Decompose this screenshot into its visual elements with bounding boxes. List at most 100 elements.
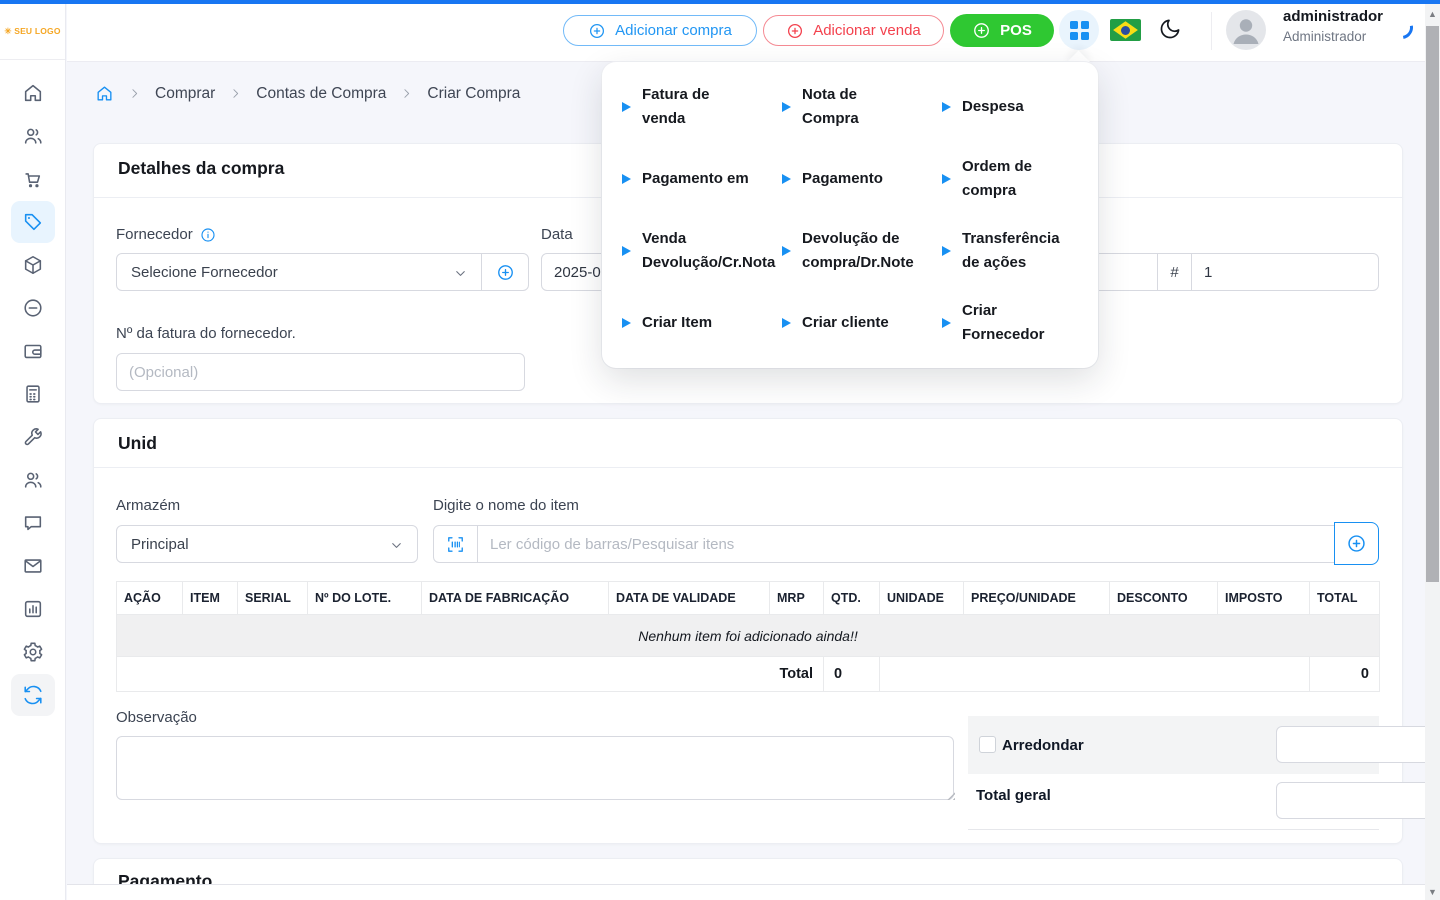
play-icon <box>942 246 951 256</box>
grand-total-label: Total geral <box>976 787 1051 804</box>
add-supplier-button[interactable] <box>481 253 529 291</box>
supplier-invoice-label: Nº da fatura do fornecedor. <box>116 325 296 342</box>
menu-item-despesa[interactable]: Despesa <box>942 71 1092 143</box>
sidebar-item-accounting[interactable] <box>11 373 55 415</box>
menu-item-ordem-de-compra[interactable]: Ordem de compra <box>942 143 1092 215</box>
sidebar-item-payments[interactable] <box>11 330 55 372</box>
chat-icon <box>22 512 44 534</box>
vertical-scrollbar[interactable]: ▲ ▼ <box>1425 4 1440 900</box>
sidebar-item-sync[interactable] <box>11 674 55 716</box>
note-label: Observação <box>116 709 197 726</box>
sidebar-item-tools[interactable] <box>11 416 55 458</box>
sidebar-item-reports[interactable] <box>11 588 55 630</box>
scroll-up-arrow[interactable]: ▲ <box>1425 6 1440 22</box>
play-icon <box>942 102 951 112</box>
menu-item-criar-item[interactable]: Criar Item <box>622 287 782 359</box>
avatar[interactable] <box>1226 10 1266 50</box>
quick-menu-button[interactable] <box>1059 10 1099 50</box>
warehouse-select-value: Principal <box>131 536 189 553</box>
sidebar-item-purchases[interactable] <box>11 201 55 243</box>
totals-spacer <box>880 657 1310 692</box>
info-icon[interactable] <box>200 227 216 243</box>
home-icon[interactable] <box>95 84 114 103</box>
col-header: ITEM <box>183 582 238 615</box>
sidebar-item-expenses[interactable] <box>11 287 55 329</box>
items-table: AÇÃO ITEM SERIAL Nº DO LOTE. DATA DE FAB… <box>116 581 1380 692</box>
breadcrumb-item-comprar[interactable]: Comprar <box>155 85 215 103</box>
round-off-checkbox[interactable] <box>979 736 996 753</box>
menu-item-venda-devolucao[interactable]: Venda Devolução/Cr.Nota <box>622 215 782 287</box>
col-header: DESCONTO <box>1110 582 1218 615</box>
table-header-row: AÇÃO ITEM SERIAL Nº DO LOTE. DATA DE FAB… <box>117 582 1380 615</box>
totals-row: Total 0 0 <box>117 657 1380 692</box>
sidebar-item-customers[interactable] <box>11 115 55 157</box>
divider <box>94 467 1402 468</box>
scroll-down-arrow[interactable]: ▼ <box>1425 884 1440 900</box>
add-sale-button[interactable]: Adicionar venda <box>763 15 944 46</box>
plus-circle-icon <box>972 21 991 40</box>
gear-icon <box>22 641 44 663</box>
menu-item-criar-cliente[interactable]: Criar cliente <box>782 287 942 359</box>
empty-state-message: Nenhum item foi adicionado ainda!! <box>117 615 1380 657</box>
col-header: TOTAL <box>1310 582 1380 615</box>
round-off-input[interactable] <box>1276 726 1440 763</box>
users-icon <box>22 125 44 147</box>
round-off-row: Arredondar <box>968 716 1379 774</box>
hash-label: # <box>1170 264 1178 281</box>
sidebar-item-mail[interactable] <box>11 545 55 587</box>
menu-item-fatura-de-venda[interactable]: Fatura de venda <box>622 71 782 143</box>
menu-item-pagamento-em[interactable]: Pagamento em <box>622 143 782 215</box>
sidebar-item-home[interactable] <box>11 72 55 114</box>
plus-circle-icon <box>786 22 804 40</box>
item-search-input[interactable] <box>477 525 1335 563</box>
user-name[interactable]: administrador <box>1283 8 1383 25</box>
plus-circle-icon <box>1346 533 1367 554</box>
sidebar-item-hrm[interactable] <box>11 459 55 501</box>
plus-circle-icon <box>588 22 606 40</box>
add-item-button[interactable] <box>1334 522 1379 565</box>
play-icon <box>782 246 791 256</box>
warehouse-select[interactable]: Principal <box>116 525 418 563</box>
col-header: DATA DE VALIDADE <box>609 582 770 615</box>
app-logo[interactable]: ✳ SEU LOGO <box>0 4 65 60</box>
supplier-invoice-input[interactable] <box>116 353 525 391</box>
supplier-select[interactable]: Selecione Fornecedor <box>116 253 482 291</box>
menu-item-criar-fornecedor[interactable]: Criar Fornecedor <box>942 287 1092 359</box>
ref-prefix-addon: # <box>1157 253 1192 291</box>
item-search-label: Digite o nome do item <box>433 497 579 514</box>
breadcrumb-item-criar-compra[interactable]: Criar Compra <box>427 85 520 103</box>
col-header: MRP <box>770 582 824 615</box>
language-flag-brazil[interactable] <box>1110 19 1141 41</box>
sidebar-item-settings[interactable] <box>11 631 55 673</box>
menu-item-transferencia-de-acoes[interactable]: Transferência de ações <box>942 215 1092 287</box>
play-icon <box>942 318 951 328</box>
sidebar-item-sales[interactable] <box>11 158 55 200</box>
wallet-icon <box>22 340 44 362</box>
quick-menu-popover: Fatura de venda Nota de Compra Despesa P… <box>602 62 1098 368</box>
sidebar-item-items[interactable] <box>11 244 55 286</box>
add-purchase-button[interactable]: Adicionar compra <box>563 15 757 46</box>
reference-number-input[interactable] <box>1191 253 1379 291</box>
pos-button[interactable]: POS <box>950 14 1054 47</box>
col-header: AÇÃO <box>117 582 183 615</box>
app-window: ✳ SEU LOGO <box>0 0 1440 900</box>
scrollbar-thumb[interactable] <box>1426 26 1439 582</box>
horizontal-scrollbar[interactable] <box>67 884 1425 900</box>
warehouse-label: Armazém <box>116 497 180 514</box>
add-purchase-label: Adicionar compra <box>615 22 732 39</box>
supplier-select-value: Selecione Fornecedor <box>131 264 278 281</box>
menu-item-nota-de-compra[interactable]: Nota de Compra <box>782 71 942 143</box>
sidebar-item-messages[interactable] <box>11 502 55 544</box>
pos-label: POS <box>1000 22 1032 39</box>
dark-mode-toggle[interactable] <box>1158 17 1182 46</box>
menu-item-pagamento[interactable]: Pagamento <box>782 143 942 215</box>
items-card: Unid Armazém Principal Digite o nome do … <box>93 418 1403 844</box>
note-textarea[interactable] <box>116 736 954 800</box>
breadcrumb-item-contas-de-compra[interactable]: Contas de Compra <box>256 85 386 103</box>
grand-total-input[interactable] <box>1276 782 1440 819</box>
moon-icon <box>1158 17 1182 41</box>
cart-icon <box>22 168 44 190</box>
menu-item-devolucao-de-compra[interactable]: Devolução de compra/Dr.Note <box>782 215 942 287</box>
col-header: SERIAL <box>238 582 308 615</box>
loading-progress-bar <box>0 0 1440 4</box>
